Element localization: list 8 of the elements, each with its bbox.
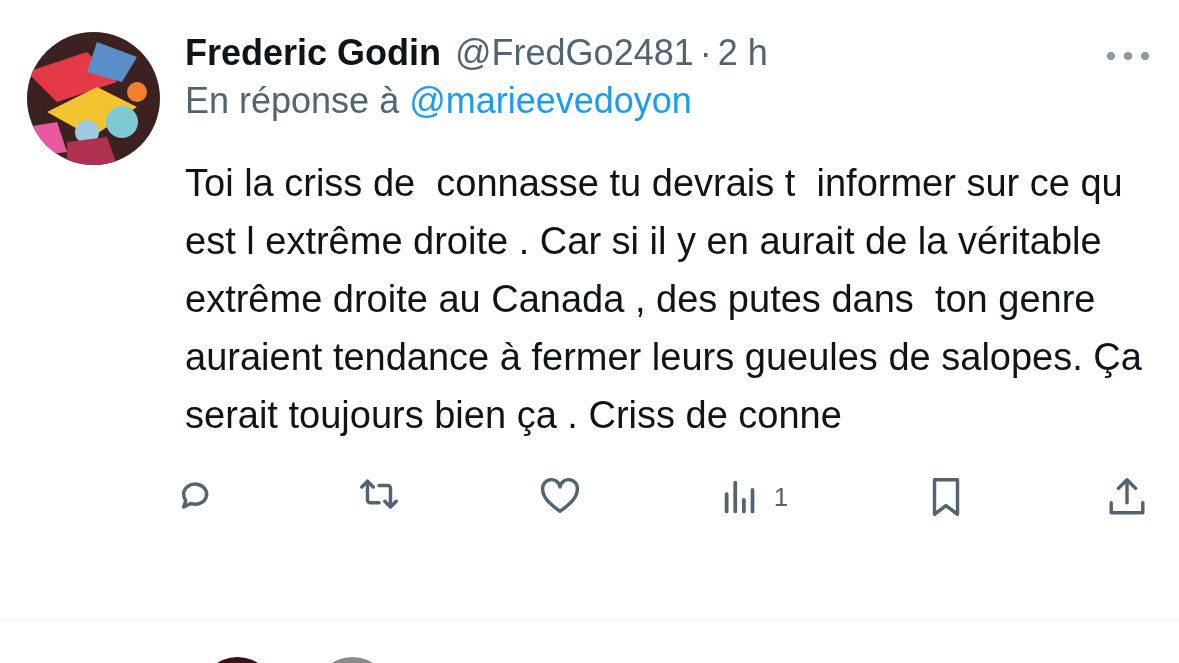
post-time: 2 h <box>717 32 768 74</box>
author-name[interactable]: Frederic Godin <box>185 32 442 74</box>
views-button[interactable]: 1 <box>717 474 789 520</box>
post-text: Toi la criss de connasse tu devrais t informer sur ce qu est l extrême droite . Car si il y en aurait de la véritable extrême droite au Canada , des putes dans ton genre auraient tendance à fermer leurs gueules de salopes. Ça serait toujours bien ça . Criss de conne <box>185 161 1143 438</box>
author-handle: @FredGo2481 <box>455 32 694 74</box>
reply-label: En réponse à <box>185 80 400 123</box>
separator-dot: · <box>699 32 712 74</box>
more-icon[interactable] <box>1106 51 1150 61</box>
